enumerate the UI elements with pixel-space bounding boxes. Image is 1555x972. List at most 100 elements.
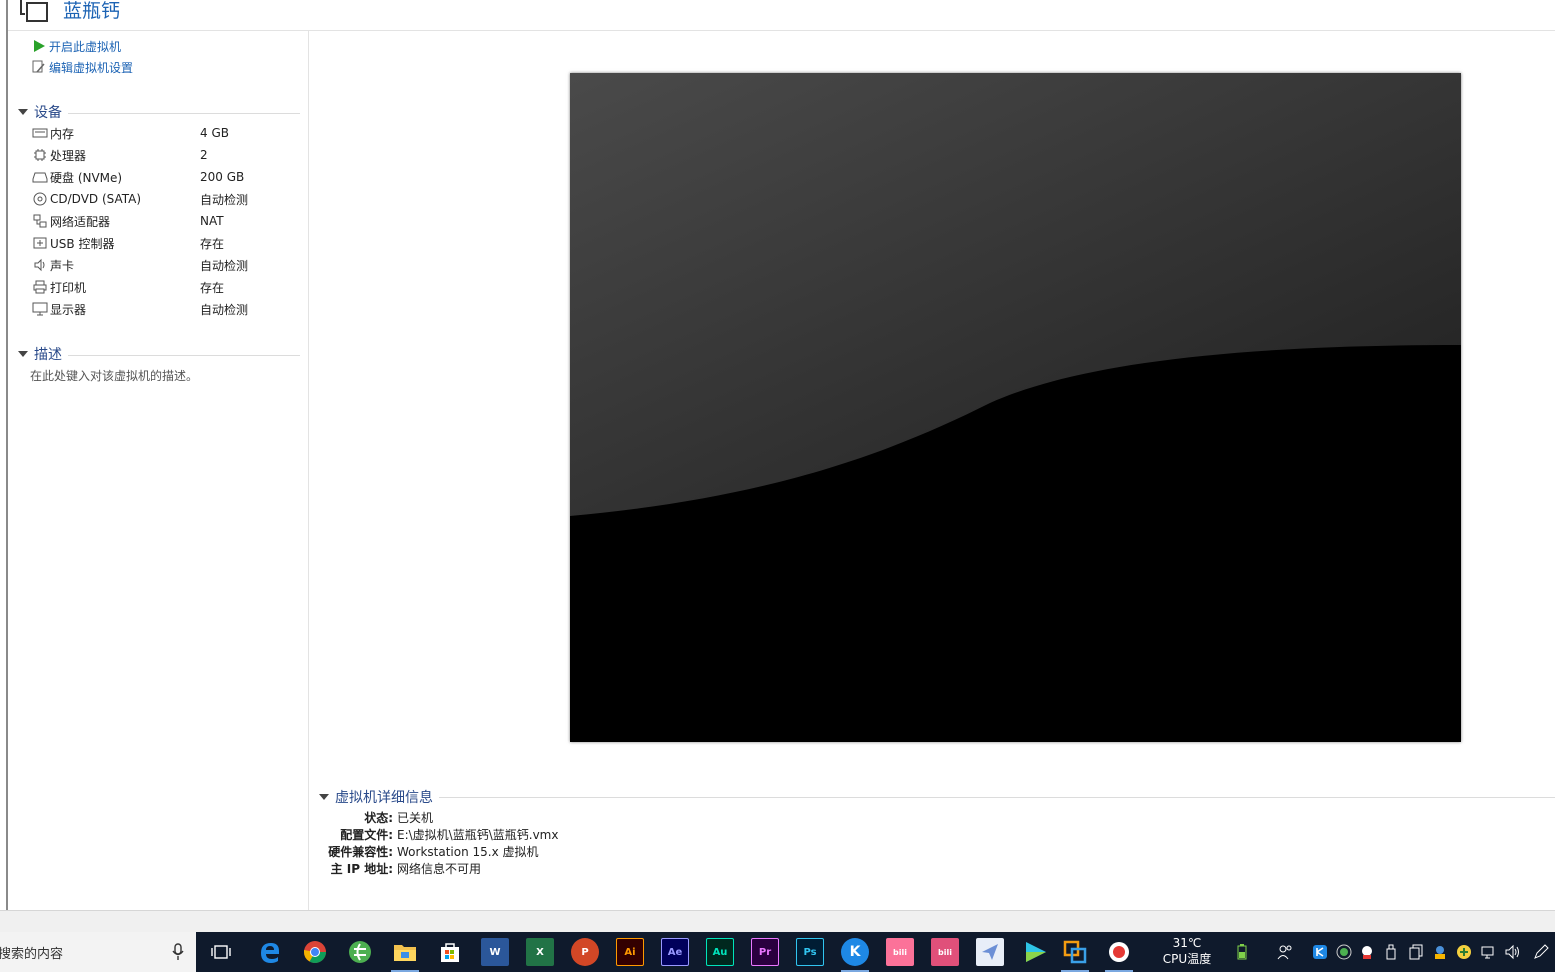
illustrator-label: Ai [624, 946, 636, 958]
device-name: 内存 [50, 126, 75, 141]
chrome-icon[interactable] [301, 938, 329, 966]
battery-icon[interactable] [1234, 944, 1250, 960]
device-row-cd-dvd[interactable]: CD/DVD (SATA) 自动检测 [32, 189, 302, 209]
detail-row-hardware-compatibility: 硬件兼容性: Workstation 15.x 虚拟机 [309, 843, 1009, 860]
collapse-triangle-icon [18, 351, 28, 357]
detail-value: 已关机 [397, 811, 434, 825]
task-view-icon[interactable] [207, 938, 235, 966]
detail-value: 网络信息不可用 [397, 862, 482, 876]
printer-icon [32, 279, 48, 295]
detail-key: 状态: [364, 811, 393, 825]
section-divider [68, 112, 300, 114]
section-divider [439, 796, 1555, 798]
vm-preview-image [570, 73, 1461, 742]
cd-dvd-icon [32, 191, 48, 207]
device-row-memory[interactable]: 内存 4 GB [32, 123, 302, 143]
photoshop-icon[interactable]: Ps [796, 938, 824, 966]
premiere-icon[interactable]: Pr [751, 938, 779, 966]
cpu-temperature-widget[interactable]: 31℃ CPU温度 [1160, 935, 1214, 967]
edit-settings-icon [32, 60, 45, 73]
detail-value: Workstation 15.x 虚拟机 [397, 845, 539, 859]
excel-icon[interactable]: X [526, 938, 554, 966]
network-icon[interactable] [1480, 944, 1496, 960]
bilibili-label: bili [893, 947, 907, 957]
windows-taskbar: 搜索的内容 W X P Ai Ae Au Pr Ps K bili bili 3… [0, 932, 1555, 972]
description-header-label: 描述 [34, 347, 62, 363]
power-on-vm-link[interactable]: 开启此虚拟机 [32, 37, 121, 55]
device-row-processor[interactable]: 处理器 2 [32, 145, 302, 165]
vm-summary-sidebar: 开启此虚拟机 编辑虚拟机设置 设备 内存 4 GB 处理器 2 硬盘 (NVMe… [8, 31, 309, 910]
device-value: 4 GB [200, 126, 229, 140]
edge-icon[interactable] [256, 938, 284, 966]
device-name: 声卡 [50, 258, 75, 273]
taskbar-search-box[interactable]: 搜索的内容 [0, 932, 196, 972]
usb-drive-icon[interactable] [1383, 944, 1399, 960]
device-value: 自动检测 [200, 192, 249, 207]
edit-vm-settings-link[interactable]: 编辑虚拟机设置 [32, 58, 133, 76]
play-icon [34, 40, 45, 52]
copy-icon[interactable] [1408, 944, 1424, 960]
detail-key: 配置文件: [340, 828, 393, 842]
device-name: 显示器 [50, 302, 87, 317]
store-icon[interactable] [436, 938, 464, 966]
mascot-tray-icon[interactable] [1359, 944, 1375, 960]
collapse-triangle-icon [18, 109, 28, 115]
powerpoint-icon[interactable]: P [571, 938, 599, 966]
after-effects-icon[interactable]: Ae [661, 938, 689, 966]
device-row-hard-disk[interactable]: 硬盘 (NVMe) 200 GB [32, 167, 302, 187]
video-player-icon[interactable] [1021, 938, 1049, 966]
vm-details-section-header[interactable]: 虚拟机详细信息 [319, 787, 1555, 807]
people-icon[interactable] [1277, 944, 1293, 960]
audition-label: Au [712, 946, 728, 958]
user-group-icon[interactable] [1432, 944, 1448, 960]
speaker-icon [32, 257, 48, 273]
k-app-label: K [849, 944, 861, 960]
hard-disk-icon [32, 169, 48, 185]
360-browser-icon[interactable] [346, 938, 374, 966]
network-adapter-icon [32, 213, 48, 229]
devices-section-header[interactable]: 设备 [18, 103, 300, 121]
microphone-icon[interactable] [172, 943, 184, 961]
vm-screen-preview[interactable] [570, 73, 1461, 742]
device-name: CD/DVD (SATA) [50, 192, 142, 206]
bilibili-2-icon[interactable]: bili [931, 938, 959, 966]
description-section-header[interactable]: 描述 [18, 345, 300, 363]
section-divider [68, 354, 300, 356]
detail-key: 硬件兼容性: [328, 845, 393, 859]
device-row-network-adapter[interactable]: 网络适配器 NAT [32, 211, 302, 231]
detail-row-status: 状态: 已关机 [309, 809, 1009, 826]
plus-tray-icon[interactable] [1456, 944, 1472, 960]
vmware-window: 蓝瓶钙 开启此虚拟机 编辑虚拟机设置 设备 内存 4 GB 处理器 2 硬盘 (… [0, 0, 1555, 932]
device-row-sound-card[interactable]: 声卡 自动检测 [32, 255, 302, 275]
devices-header-label: 设备 [34, 105, 62, 121]
device-value: NAT [200, 214, 224, 228]
detail-row-config-file: 配置文件: E:\虚拟机\蓝瓶钙\蓝瓶钙.vmx [309, 826, 1009, 843]
bilibili-icon[interactable]: bili [886, 938, 914, 966]
audition-icon[interactable]: Au [706, 938, 734, 966]
device-row-usb-controller[interactable]: USB 控制器 存在 [32, 233, 302, 253]
k-app-icon[interactable]: K [841, 938, 869, 966]
description-input[interactable]: 在此处键入对该虚拟机的描述。 [30, 367, 198, 384]
device-value: 2 [200, 148, 208, 162]
device-row-display[interactable]: 显示器 自动检测 [32, 299, 302, 319]
volume-icon[interactable] [1504, 944, 1520, 960]
excel-label: X [536, 946, 544, 958]
word-icon[interactable]: W [481, 938, 509, 966]
pen-icon[interactable] [1533, 944, 1549, 960]
paper-plane-icon[interactable] [976, 938, 1004, 966]
file-explorer-icon[interactable] [391, 938, 419, 966]
device-name: 打印机 [50, 280, 87, 295]
detail-key: 主 IP 地址: [330, 862, 393, 876]
device-row-printer[interactable]: 打印机 存在 [32, 277, 302, 297]
edit-settings-label: 编辑虚拟机设置 [49, 60, 134, 75]
monitor-icon [32, 301, 48, 317]
vm-details-header-label: 虚拟机详细信息 [335, 790, 433, 806]
illustrator-icon[interactable]: Ai [616, 938, 644, 966]
cpu-temperature-label: CPU温度 [1162, 952, 1212, 966]
k-tray-icon[interactable] [1312, 944, 1328, 960]
device-value: 自动检测 [200, 302, 249, 317]
green-status-icon[interactable] [1336, 944, 1352, 960]
vmware-icon[interactable] [1061, 938, 1089, 966]
recorder-icon[interactable] [1105, 938, 1133, 966]
device-value: 存在 [200, 280, 225, 295]
